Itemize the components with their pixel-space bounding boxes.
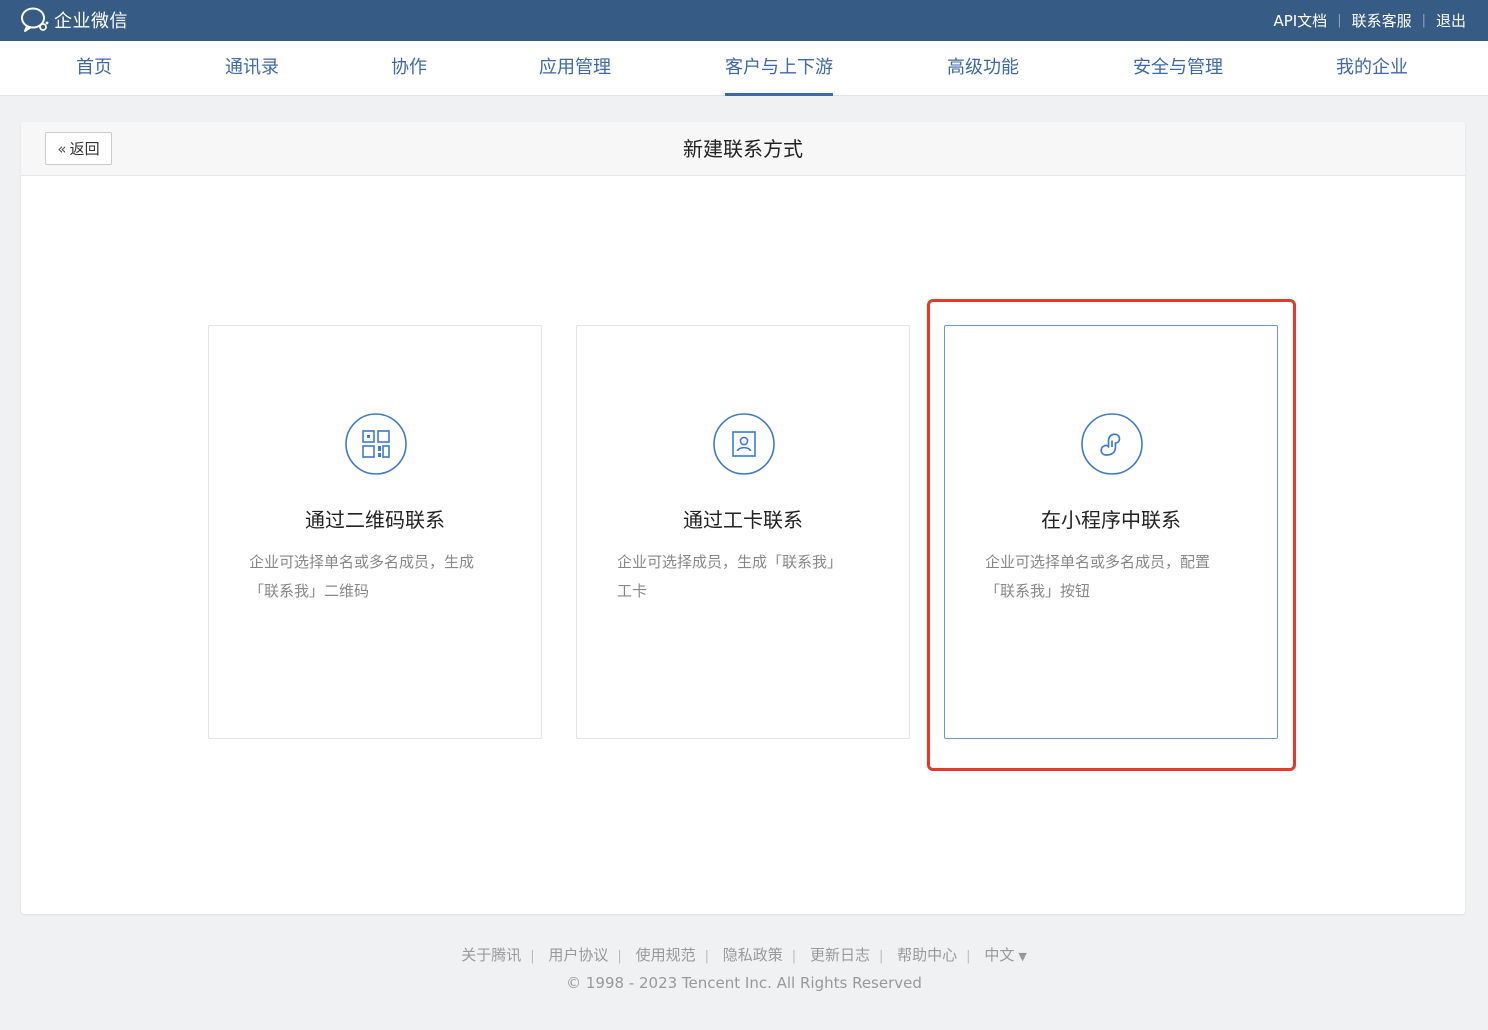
main-nav: 首页 通讯录 协作 应用管理 客户与上下游 高级功能 安全与管理 我的企业 xyxy=(0,41,1488,96)
card-description-line: 企业可选择成员，生成「联系我」 xyxy=(617,553,843,571)
copyright: © 1998 - 2023 Tencent Inc. All Rights Re… xyxy=(566,974,922,992)
brand-name: 企业微信 xyxy=(54,11,128,32)
divider: | xyxy=(791,949,797,964)
footer-link-about[interactable]: 关于腾讯 xyxy=(461,946,521,964)
back-button-label: 返回 xyxy=(69,140,100,158)
nav-item-label: 首页 xyxy=(76,57,112,78)
language-selector[interactable]: 中文 ▼ xyxy=(984,946,1026,964)
divider: | xyxy=(617,949,622,964)
logout-link[interactable]: 退出 xyxy=(1436,10,1466,31)
card-title: 在小程序中联系 xyxy=(1041,508,1181,532)
card-description-line: 企业可选择单名或多名成员，配置 xyxy=(985,553,1211,571)
nav-item-label: 客户与上下游 xyxy=(725,57,833,78)
footer-link-changelog[interactable]: 更新日志 xyxy=(810,946,870,964)
top-links: API文档 | 联系客服 | 退出 xyxy=(1273,0,1466,41)
divider: | xyxy=(1421,13,1426,28)
mini-program-icon xyxy=(1081,413,1143,475)
brand[interactable]: 企业微信 xyxy=(20,6,128,34)
double-chevron-left-icon: « xyxy=(57,139,67,158)
card-description-line: 工卡 xyxy=(617,582,648,600)
back-button[interactable]: « 返回 xyxy=(45,132,112,165)
card-qrcode-contact[interactable]: 通过二维码联系 企业可选择单名或多名成员，生成 「联系我」二维码 xyxy=(208,325,542,739)
wecom-logo-icon xyxy=(21,7,49,32)
card-description: 企业可选择单名或多名成员，生成 「联系我」二维码 xyxy=(249,548,505,606)
badge-card-icon xyxy=(713,413,775,475)
main-panel: 新建联系方式 « 返回 通过二维码联系 企业可选择单名或多名成员，生成 「联系我… xyxy=(21,122,1465,914)
card-mini-program-contact[interactable]: 在小程序中联系 企业可选择单名或多名成员，配置 「联系我」按钮 xyxy=(944,325,1278,739)
nav-item-contacts[interactable]: 通讯录 xyxy=(225,41,279,96)
nav-item-label: 通讯录 xyxy=(225,57,279,78)
card-description-line: 「联系我」按钮 xyxy=(985,582,1091,600)
nav-item-home[interactable]: 首页 xyxy=(76,41,112,96)
caret-down-icon: ▼ xyxy=(1018,950,1027,963)
divider: | xyxy=(966,949,971,964)
card-description: 企业可选择成员，生成「联系我」 工卡 xyxy=(617,548,873,606)
page-title: 新建联系方式 xyxy=(683,137,803,161)
card-description-line: 「联系我」二维码 xyxy=(249,582,370,600)
api-docs-link[interactable]: API文档 xyxy=(1273,10,1327,31)
nav-item-label: 应用管理 xyxy=(539,57,611,78)
top-bar: 企业微信 API文档 | 联系客服 | 退出 xyxy=(0,0,1488,41)
nav-item-my-enterprise[interactable]: 我的企业 xyxy=(1336,41,1408,96)
nav-item-label: 我的企业 xyxy=(1336,57,1408,78)
footer-link-privacy[interactable]: 隐私政策 xyxy=(723,946,783,964)
footer-link-help-center[interactable]: 帮助中心 xyxy=(897,946,957,964)
nav-item-label: 安全与管理 xyxy=(1133,57,1223,78)
footer-link-user-agreement[interactable]: 用户协议 xyxy=(548,946,608,964)
panel-header: 新建联系方式 « 返回 xyxy=(21,122,1465,176)
footer-link-usage-rules[interactable]: 使用规范 xyxy=(636,946,696,964)
divider: | xyxy=(878,949,884,964)
divider: | xyxy=(530,949,535,964)
language-label: 中文 xyxy=(984,946,1015,964)
nav-item-label: 高级功能 xyxy=(947,57,1019,78)
nav-item-customers[interactable]: 客户与上下游 xyxy=(725,41,833,96)
nav-item-label: 协作 xyxy=(391,57,427,78)
card-description-line: 企业可选择单名或多名成员，生成 xyxy=(249,553,475,571)
card-badge-contact[interactable]: 通过工卡联系 企业可选择成员，生成「联系我」 工卡 xyxy=(576,325,910,739)
nav-item-advanced[interactable]: 高级功能 xyxy=(947,41,1019,96)
card-title: 通过工卡联系 xyxy=(683,508,803,532)
footer-links: 关于腾讯 | 用户协议 | 使用规范 | 隐私政策 | 更新日志 | 帮助中心 | 中文 ▼ xyxy=(0,944,1488,965)
contact-support-link[interactable]: 联系客服 xyxy=(1352,10,1412,31)
nav-item-app-management[interactable]: 应用管理 xyxy=(539,41,611,96)
nav-item-collaboration[interactable]: 协作 xyxy=(391,41,427,96)
divider: | xyxy=(704,949,709,964)
card-description: 企业可选择单名或多名成员，配置 「联系我」按钮 xyxy=(985,548,1241,606)
divider: | xyxy=(1337,13,1342,28)
nav-item-security[interactable]: 安全与管理 xyxy=(1133,41,1223,96)
qrcode-icon xyxy=(345,413,407,475)
card-title: 通过二维码联系 xyxy=(305,508,445,532)
